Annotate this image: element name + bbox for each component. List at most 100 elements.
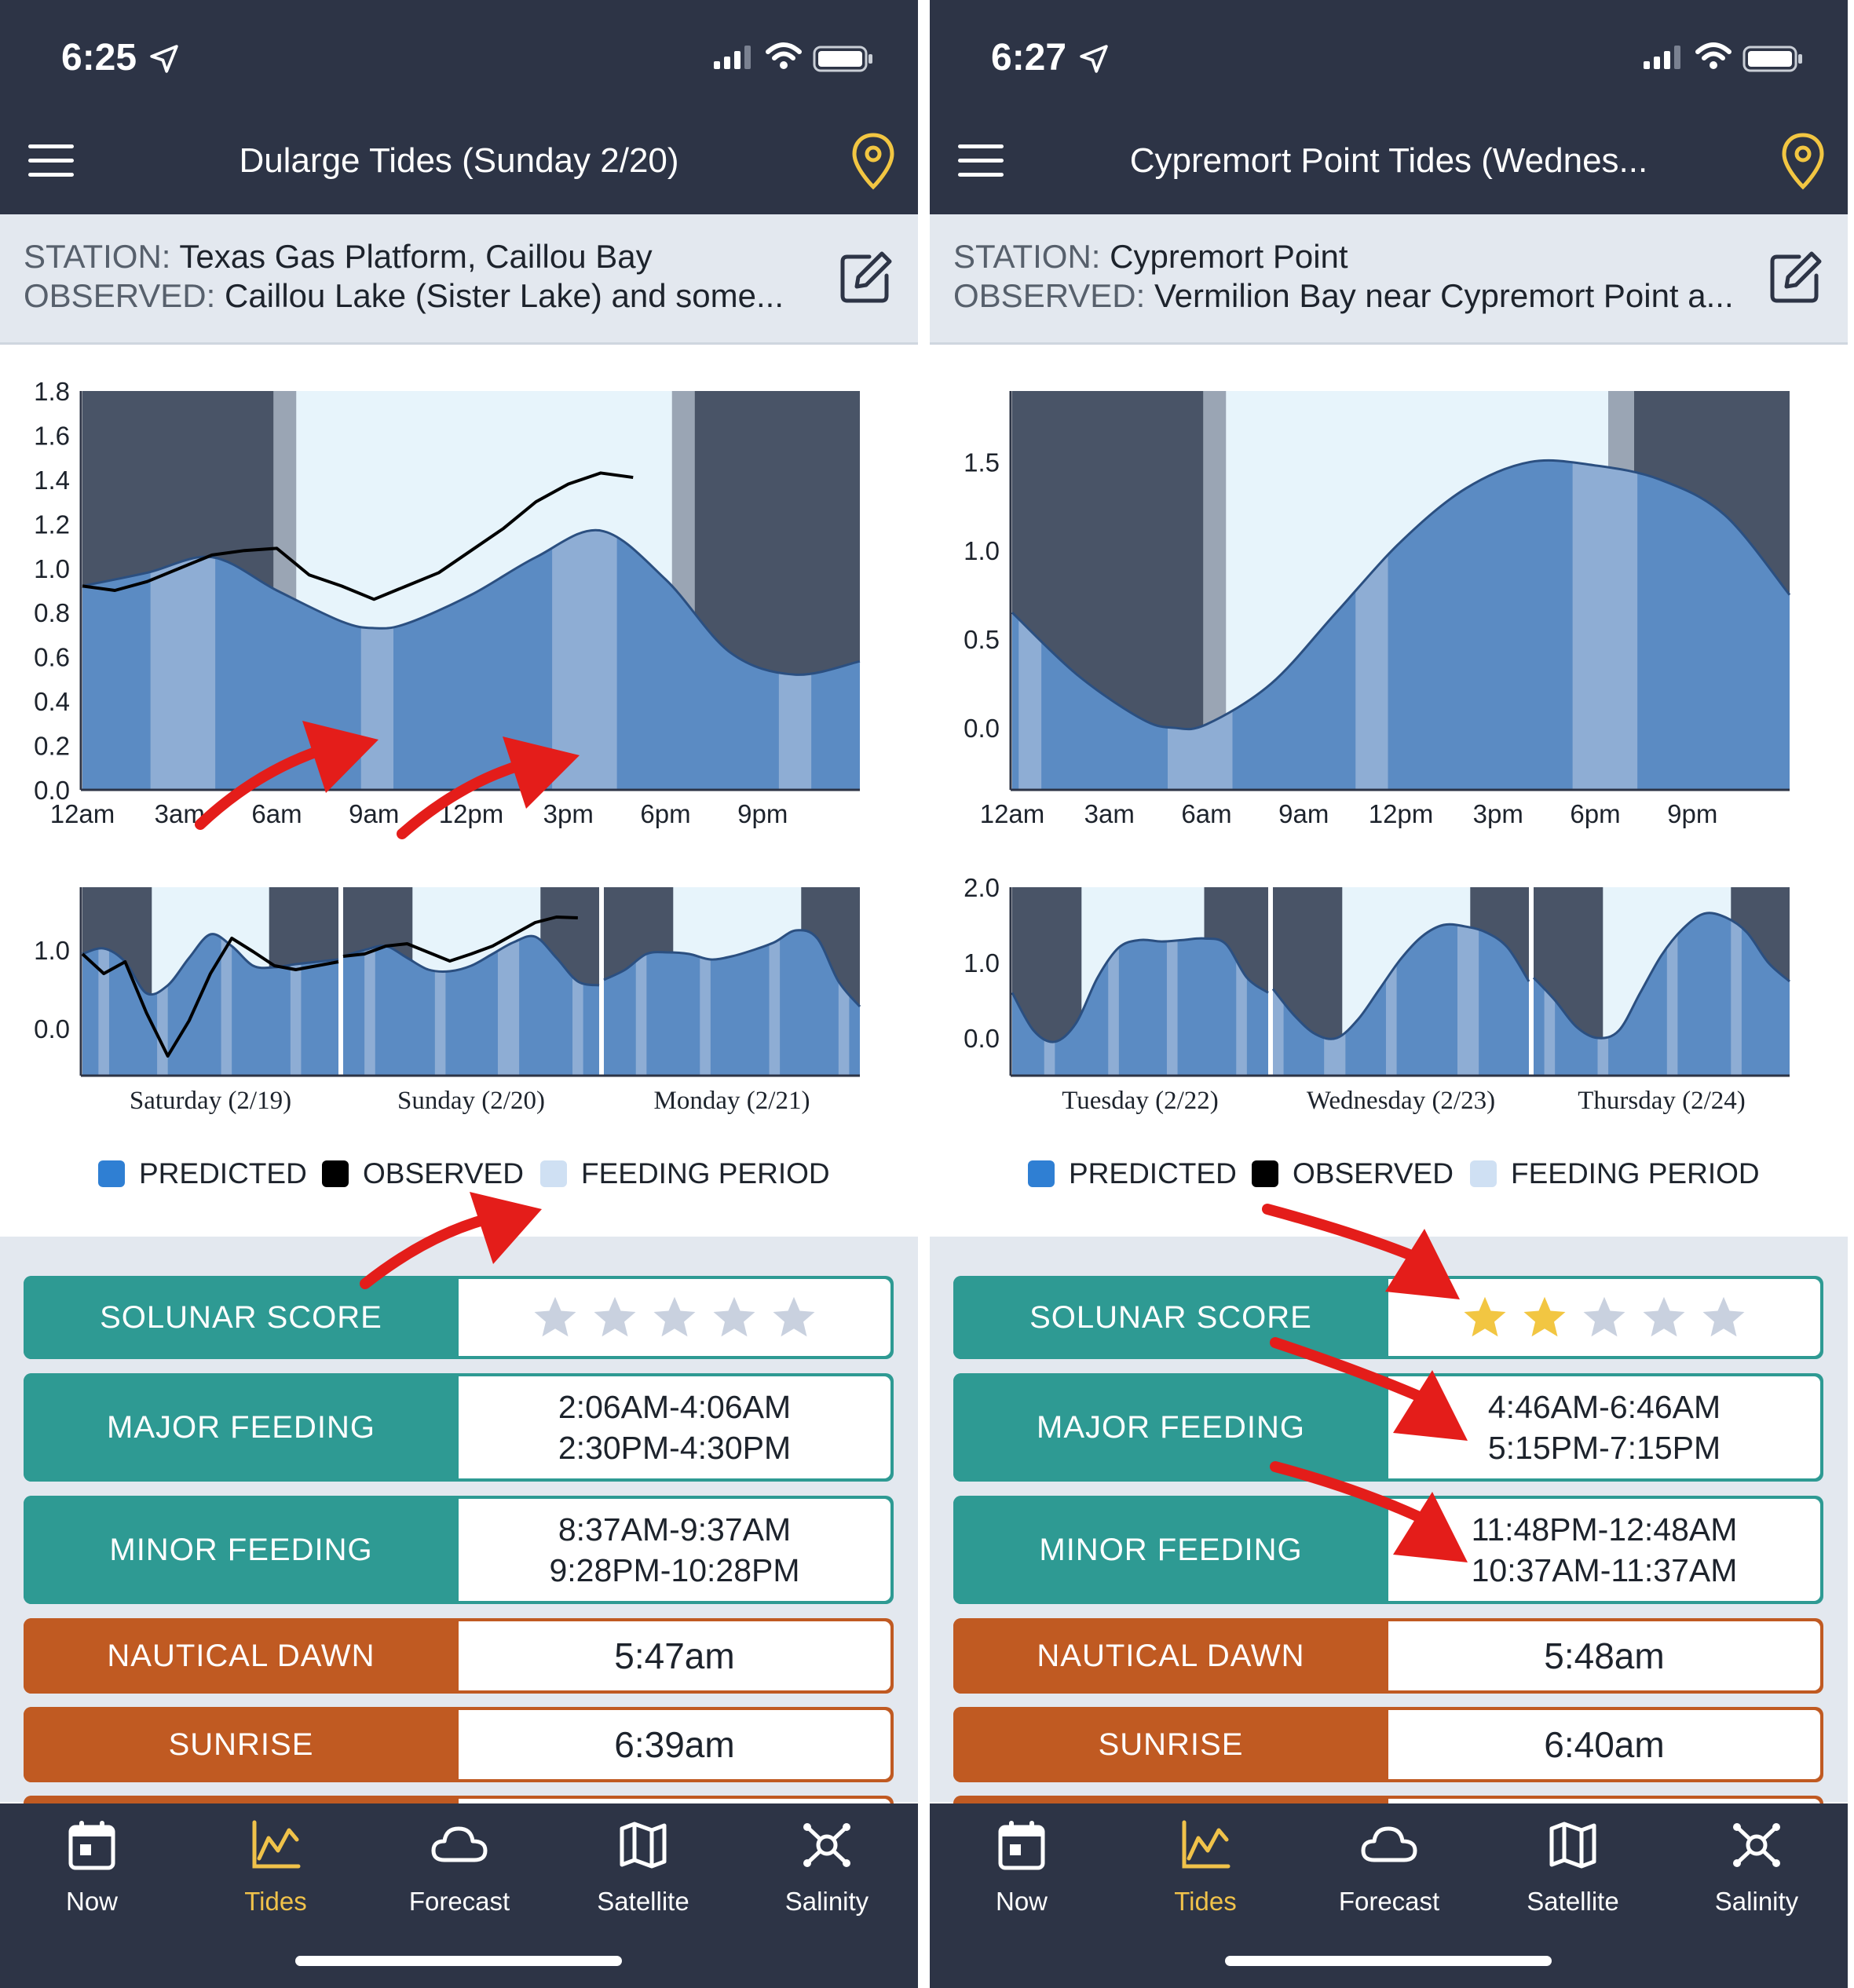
tab-satellite[interactable]: Satellite xyxy=(1481,1819,1665,1917)
tab-salinity[interactable]: Salinity xyxy=(1665,1819,1848,1917)
location-pin-icon[interactable] xyxy=(1780,132,1826,192)
tab-salinity[interactable]: Salinity xyxy=(735,1819,918,1917)
y-tick-label: 1.4 xyxy=(34,466,70,495)
location-pin-icon[interactable] xyxy=(850,132,896,192)
edit-icon[interactable] xyxy=(1768,249,1824,305)
y-tick-label: 1.6 xyxy=(34,421,70,450)
star-empty-icon xyxy=(594,1296,636,1337)
star-rating xyxy=(1461,1294,1748,1341)
legend-label: PREDICTED xyxy=(139,1157,307,1190)
row-value: 6:39am xyxy=(459,1710,890,1779)
station-value: Cypremort Point xyxy=(1110,238,1348,275)
row-label: MAJOR FEEDING xyxy=(24,1373,459,1482)
tide-chart-3day: Saturday (2/19) Sunday (2/20) Monday (2/21… xyxy=(34,887,861,1115)
status-bar: 6:27 xyxy=(930,0,1848,110)
row-label: SUNRISE xyxy=(24,1707,459,1782)
star-empty-icon xyxy=(653,1296,696,1337)
tab-label: Satellite xyxy=(1527,1887,1619,1916)
nautical-dawn-row: NAUTICAL DAWN 5:48am xyxy=(953,1618,1823,1694)
tab-forecast[interactable]: Forecast xyxy=(368,1819,551,1917)
row-label: NAUTICAL DAWN xyxy=(24,1618,459,1694)
y-tick-label: 0.5 xyxy=(964,625,1000,654)
station-line: STATION: Cypremort Point xyxy=(953,238,1348,276)
row-value: 8:37AM-9:37AM 9:28PM-10:28PM xyxy=(459,1499,890,1601)
legend-swatch-observed xyxy=(1252,1160,1278,1187)
minor-feeding-row: MINOR FEEDING 8:37AM-9:37AM 9:28PM-10:28P… xyxy=(24,1496,894,1604)
y-tick-label: 0.6 xyxy=(34,643,70,672)
tab-tides[interactable]: Tides xyxy=(184,1819,368,1917)
x-tick-label: 6am xyxy=(251,799,302,828)
legend-swatch-feeding xyxy=(1470,1160,1497,1187)
time-range: 2:30PM-4:30PM xyxy=(558,1430,792,1466)
day-label: Thursday (2/24) xyxy=(1578,1087,1746,1115)
hamburger-menu-icon[interactable] xyxy=(27,141,75,181)
star-shape xyxy=(594,1296,636,1337)
map-icon xyxy=(1549,1822,1596,1869)
x-tick-label: 3pm xyxy=(1473,799,1523,828)
day-label: Tuesday (2/22) xyxy=(1062,1087,1219,1115)
row-value xyxy=(1388,1279,1820,1356)
nautical-dawn-row: NAUTICAL DAWN 5:47am xyxy=(24,1618,894,1694)
star-empty-icon xyxy=(534,1296,576,1337)
station-info: STATION: Cypremort Point OBSERVED: Vermi… xyxy=(930,214,1848,345)
solunar-info-panel: SOLUNAR SCORE MAJOR FEEDING 4:46AM-6:46A… xyxy=(930,1237,1848,1827)
cloud-icon xyxy=(431,1826,488,1862)
observed-line: OBSERVED: Vermilion Bay near Cypremort P… xyxy=(953,277,1734,315)
y-tick-label: 1.2 xyxy=(34,510,70,539)
hamburger-menu-icon[interactable] xyxy=(956,141,1005,181)
star-shape xyxy=(534,1296,576,1337)
phone-screen-right: 6:27 Cypremort Point Tides (Wednes... ST… xyxy=(930,0,1848,1988)
solunar-score-row: SOLUNAR SCORE xyxy=(953,1276,1823,1359)
legend-swatch-predicted xyxy=(98,1160,125,1187)
x-tick-label: 12am xyxy=(980,799,1045,828)
time-range: 10:37AM-11:37AM xyxy=(1471,1552,1738,1588)
star-filled-icon xyxy=(1464,1296,1506,1337)
legend-label: PREDICTED xyxy=(1069,1157,1237,1190)
station-label: STATION: xyxy=(24,238,171,275)
row-value: 4:46AM-6:46AM 5:15PM-7:15PM xyxy=(1388,1376,1820,1478)
legend-feeding: FEEDING PERIOD xyxy=(1470,1157,1760,1190)
star-rating xyxy=(531,1294,818,1341)
tab-now[interactable]: Now xyxy=(0,1819,184,1917)
tab-satellite[interactable]: Satellite xyxy=(551,1819,735,1917)
solunar-info-panel: SOLUNAR SCORE MAJOR FEEDING 2:06AM-4:06A… xyxy=(0,1237,918,1827)
star-shape xyxy=(1523,1296,1566,1337)
edit-icon[interactable] xyxy=(838,249,894,305)
star-shape xyxy=(1583,1296,1625,1337)
row-label: MINOR FEEDING xyxy=(953,1496,1388,1604)
nav-bar: Cypremort Point Tides (Wednes... xyxy=(930,110,1848,214)
row-value: 2:06AM-4:06AM 2:30PM-4:30PM xyxy=(459,1376,890,1478)
page-title: Dularge Tides (Sunday 2/20) xyxy=(239,141,679,180)
phone-screen-left: 6:25 Dularge Tides (Sunday 2/20) STATION… xyxy=(0,0,918,1988)
row-label: SOLUNAR SCORE xyxy=(24,1276,459,1359)
tab-label: Salinity xyxy=(784,1887,869,1916)
day-label: Saturday (2/19) xyxy=(130,1087,291,1115)
x-tick-label: 3am xyxy=(1084,799,1135,828)
star-shape xyxy=(1643,1296,1685,1337)
row-value: 5:48am xyxy=(1388,1621,1820,1690)
day-label: Sunday (2/20) xyxy=(397,1087,545,1115)
station-line: STATION: Texas Gas Platform, Caillou Bay xyxy=(24,238,653,276)
star-empty-icon xyxy=(773,1296,815,1337)
chart-legend: PREDICTED OBSERVED FEEDING PERIOD xyxy=(0,1153,918,1200)
x-tick-label: 9pm xyxy=(1667,799,1717,828)
x-tick-label: 12pm xyxy=(1369,799,1434,828)
row-label: MINOR FEEDING xyxy=(24,1496,459,1604)
time-range: 8:37AM-9:37AM xyxy=(558,1511,792,1548)
home-indicator[interactable] xyxy=(1225,1956,1552,1966)
star-empty-icon xyxy=(713,1296,755,1337)
day-label: Monday (2/21) xyxy=(654,1087,810,1115)
star-empty-icon xyxy=(1583,1296,1625,1337)
observed-label: OBSERVED: xyxy=(24,277,216,314)
tab-forecast[interactable]: Forecast xyxy=(1297,1819,1481,1917)
location-arrow-icon xyxy=(1080,45,1108,73)
x-tick-label: 9am xyxy=(1278,799,1329,828)
wifi-icon xyxy=(766,42,802,69)
tab-tides[interactable]: Tides xyxy=(1113,1819,1297,1917)
tab-now[interactable]: Now xyxy=(930,1819,1113,1917)
y-tick-label: 0.0 xyxy=(34,1014,70,1043)
status-time: 6:25 xyxy=(61,37,137,79)
wifi-icon xyxy=(1695,42,1731,69)
cloud-icon xyxy=(1361,1826,1417,1862)
home-indicator[interactable] xyxy=(295,1956,622,1966)
